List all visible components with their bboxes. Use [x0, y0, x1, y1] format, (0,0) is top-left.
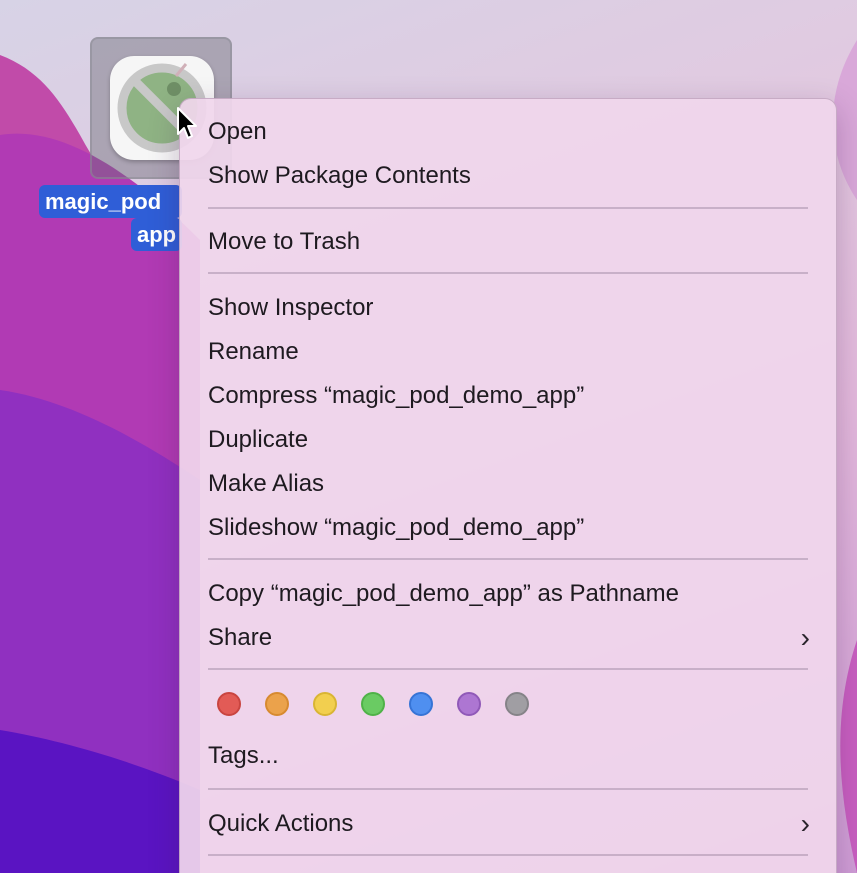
menu-item-rename[interactable]: Rename: [208, 334, 818, 370]
tag-gray[interactable]: [505, 692, 529, 716]
tag-orange[interactable]: [265, 692, 289, 716]
wallpaper-wave-right-lower: [840, 640, 857, 873]
menu-item-copy-as-pathname[interactable]: Copy “magic_pod_demo_app” as Pathname: [208, 576, 818, 612]
menu-item-label: Copy “magic_pod_demo_app” as Pathname: [208, 580, 679, 607]
menu-item-label: Compress “magic_pod_demo_app”: [208, 382, 585, 409]
menu-separator: [208, 854, 808, 856]
desktop-icon-label-line2[interactable]: app: [131, 218, 182, 251]
tag-green[interactable]: [361, 692, 385, 716]
menu-item-duplicate[interactable]: Duplicate: [208, 422, 818, 458]
menu-item-label: Open: [208, 118, 267, 145]
tag-purple[interactable]: [457, 692, 481, 716]
menu-item-open[interactable]: Open: [208, 114, 818, 150]
menu-item-slideshow[interactable]: Slideshow “magic_pod_demo_app”: [208, 510, 818, 546]
menu-item-show-inspector[interactable]: Show Inspector: [208, 290, 818, 326]
menu-item-label: Show Package Contents: [208, 162, 471, 189]
menu-item-share[interactable]: Share ›: [208, 620, 818, 656]
menu-item-label: Quick Actions: [208, 810, 354, 837]
menu-item-quick-actions[interactable]: Quick Actions ›: [208, 806, 818, 842]
menu-separator: [208, 788, 808, 790]
menu-item-label: Share: [208, 624, 273, 651]
mouse-pointer-icon: [177, 107, 197, 139]
menu-item-move-to-trash[interactable]: Move to Trash: [208, 224, 818, 260]
menu-separator: [208, 558, 808, 560]
menu-item-label: Duplicate: [208, 426, 309, 453]
tag-yellow[interactable]: [313, 692, 337, 716]
chevron-right-icon: ›: [800, 808, 810, 839]
menu-item-show-package-contents[interactable]: Show Package Contents: [208, 158, 818, 194]
menu-item-label: Rename: [208, 338, 299, 365]
menu-item-label: Move to Trash: [208, 228, 361, 255]
desktop-icon-label[interactable]: magic_pod: [39, 185, 182, 218]
menu-item-compress[interactable]: Compress “magic_pod_demo_app”: [208, 378, 818, 414]
menu-separator: [208, 207, 808, 209]
menu-separator: [208, 668, 808, 670]
menu-item-label: Slideshow “magic_pod_demo_app”: [208, 514, 585, 541]
tag-red[interactable]: [217, 692, 241, 716]
chevron-right-icon: ›: [800, 622, 810, 653]
menu-item-label: Show Inspector: [208, 294, 374, 321]
menu-separator: [208, 272, 808, 274]
menu-item-label: Make Alias: [208, 470, 325, 497]
menu-item-make-alias[interactable]: Make Alias: [208, 466, 818, 502]
tag-blue[interactable]: [409, 692, 433, 716]
desktop: magic_pod app Open Show Package Contents…: [0, 0, 857, 873]
menu-item-tags[interactable]: Tags...: [208, 738, 818, 774]
context-menu: Open Show Package Contents Move to Trash…: [179, 98, 837, 873]
menu-item-label: Tags...: [208, 742, 279, 769]
